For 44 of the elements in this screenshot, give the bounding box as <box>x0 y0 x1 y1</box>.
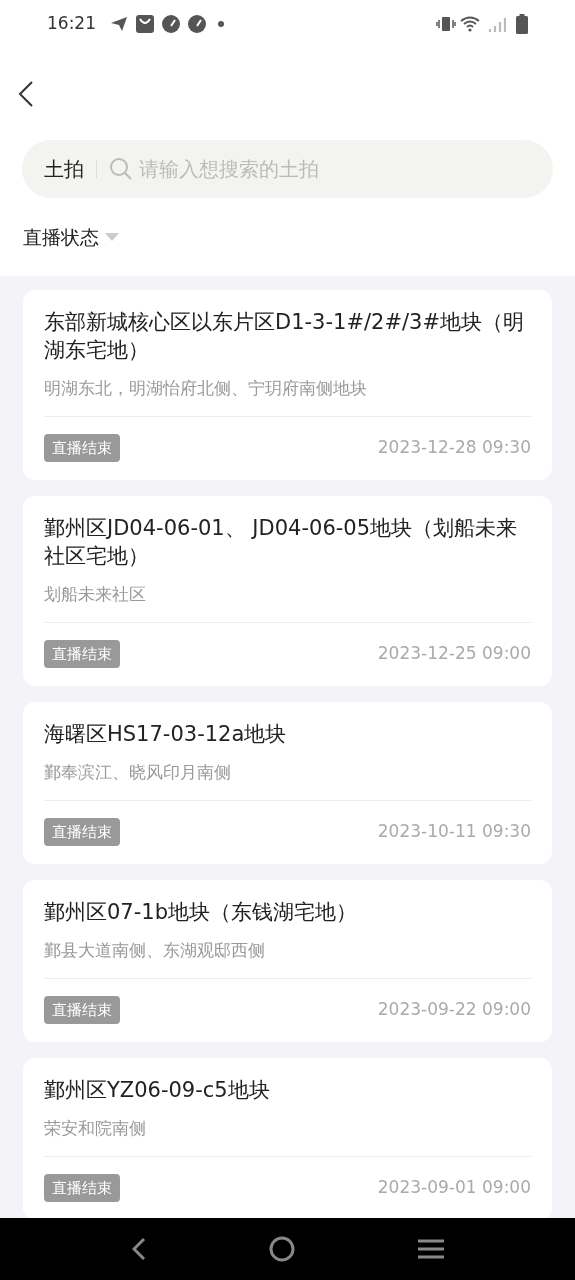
back-icon[interactable] <box>18 81 34 107</box>
status-tag: 直播结束 <box>44 1174 120 1202</box>
auction-card[interactable]: 鄞州区YZ06-09-c5地块 荣安和院南侧 直播结束 2023-09-01 09:00 <box>23 1058 552 1218</box>
search-bar[interactable]: 土拍 请输入想搜索的土拍 <box>22 140 553 198</box>
auction-title: 鄞州区07-1b地块（东钱湖宅地） <box>44 899 358 926</box>
auction-title: 鄞州区JD04-06-01、 JD04-06-05地块（划船未来社区宅地） <box>44 515 519 570</box>
auction-date: 2023-12-28 09:30 <box>377 436 531 460</box>
status-tag: 直播结束 <box>44 640 120 668</box>
status-tag: 直播结束 <box>44 996 120 1024</box>
signal-icon <box>488 16 506 32</box>
auction-location: 鄞县大道南侧、东湖观邸西侧 <box>44 939 266 962</box>
auction-card[interactable]: 鄞州区07-1b地块（东钱湖宅地） 鄞县大道南侧、东湖观邸西侧 直播结束 2023-09-22 09:00 <box>23 880 552 1042</box>
auction-date: 2023-10-11 09:30 <box>377 820 531 844</box>
auction-title: 东部新城核心区以东片区D1-3-1#/2#/3#地块（明湖东宅地） <box>44 309 526 364</box>
dot-icon <box>218 21 224 27</box>
auction-card[interactable]: 海曙区HS17-03-12a地块 鄞奉滨江、晓风印月南侧 直播结束 2023-10-11 09:30 <box>23 702 552 864</box>
auction-location: 明湖东北，明湖怡府北侧、宁玥府南侧地块 <box>44 377 368 400</box>
wifi-icon <box>460 16 480 32</box>
back-icon[interactable] <box>131 1237 146 1261</box>
vibrate-icon <box>436 16 456 32</box>
auction-location: 鄞奉滨江、晓风印月南侧 <box>44 761 232 784</box>
auction-title: 海曙区HS17-03-12a地块 <box>44 721 288 748</box>
auction-card[interactable]: 东部新城核心区以东片区D1-3-1#/2#/3#地块（明湖东宅地） 明湖东北，明湖怡府北侧、宁玥府南侧地块 直播结束 2023-12-28 09:30 <box>23 290 552 480</box>
auction-date: 2023-12-25 09:00 <box>377 642 531 666</box>
menu-icon[interactable] <box>417 1238 444 1260</box>
status-tag: 直播结束 <box>44 434 120 462</box>
home-icon[interactable] <box>268 1236 295 1262</box>
auction-location: 划船未来社区 <box>44 583 147 606</box>
status-time: 16:21 <box>47 12 96 36</box>
send-icon <box>110 16 128 32</box>
battery-icon <box>516 14 528 34</box>
status-tag: 直播结束 <box>44 818 120 846</box>
auction-card[interactable]: 鄞州区JD04-06-01、 JD04-06-05地块（划船未来社区宅地） 划船未来社区 直播结束 2023-12-25 09:00 <box>23 496 552 686</box>
bag-icon <box>136 15 154 33</box>
gauge-icon <box>162 15 180 33</box>
search-icon <box>109 157 133 181</box>
auction-date: 2023-09-01 09:00 <box>377 1176 531 1200</box>
search-category[interactable]: 土拍 <box>44 154 84 184</box>
search-field[interactable]: 请输入想搜索的土拍 <box>139 154 531 184</box>
filter-label[interactable]: 直播状态 <box>23 222 99 252</box>
auction-title: 鄞州区YZ06-09-c5地块 <box>44 1077 271 1104</box>
auction-date: 2023-09-22 09:00 <box>377 998 531 1022</box>
gauge-icon <box>188 15 206 33</box>
auction-location: 荣安和院南侧 <box>44 1117 147 1140</box>
